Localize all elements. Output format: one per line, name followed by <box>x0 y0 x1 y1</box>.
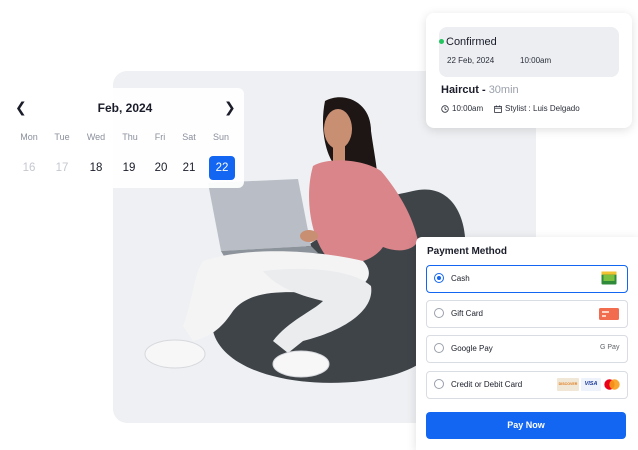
payment-option-google-pay[interactable]: Google Pay G Pay <box>426 335 628 363</box>
payment-option-label: Cash <box>451 274 470 283</box>
payment-option-gift-card[interactable]: Gift Card <box>426 300 628 328</box>
service-title: Haircut - 30min <box>441 84 519 96</box>
day-name: Thu <box>122 132 138 142</box>
payment-title: Payment Method <box>427 246 508 257</box>
pay-now-button[interactable]: Pay Now <box>426 412 626 439</box>
appointment-time: 10:00am <box>520 56 552 65</box>
radio-icon[interactable] <box>434 308 444 318</box>
day-name: Tue <box>54 132 70 142</box>
next-month-chevron-icon[interactable]: ❯ <box>224 100 236 114</box>
google-pay-icon: G Pay <box>600 344 620 351</box>
start-time-label: 10:00am <box>452 104 484 113</box>
calendar-date[interactable]: 17 <box>49 156 75 180</box>
radio-selected-icon[interactable] <box>434 273 444 283</box>
gift-card-icon <box>599 308 619 320</box>
payment-option-label: Credit or Debit Card <box>451 380 523 389</box>
day-name: Fri <box>154 132 166 142</box>
date-picker: ❮ Feb, 2024 ❯ Mon Tue Wed Thu Fri Sat Su… <box>0 88 244 188</box>
start-time: 10:00am <box>441 104 483 113</box>
mastercard-icon <box>604 379 620 390</box>
day-name: Wed <box>86 132 106 142</box>
service-name: Haircut - <box>441 84 486 96</box>
day-name: Sat <box>182 132 196 142</box>
payment-option-cash[interactable]: Cash <box>426 265 628 293</box>
service-duration: 30min <box>488 84 519 96</box>
clock-icon <box>441 104 449 113</box>
stylist-label: Stylist : Luis Delgado <box>505 104 580 113</box>
calendar-date[interactable]: 19 <box>116 156 142 180</box>
radio-icon[interactable] <box>434 379 444 389</box>
calendar-date[interactable]: 21 <box>176 156 202 180</box>
cash-icon <box>601 271 617 285</box>
calendar-month-title: Feb, 2024 <box>97 101 153 115</box>
status-dot-icon <box>439 39 444 44</box>
payment-option-label: Google Pay <box>451 344 493 353</box>
payment-method-panel: Payment Method Cash Gift Card Google Pay… <box>416 237 638 450</box>
stylist-info: Stylist : Luis Delgado <box>494 104 580 113</box>
calendar-icon <box>494 104 502 113</box>
discover-card-icon: DISCOVER <box>557 378 579 391</box>
day-name: Sun <box>212 132 229 142</box>
appointment-date: 22 Feb, 2024 <box>447 56 495 65</box>
calendar-date[interactable]: 16 <box>16 156 42 180</box>
calendar-date-selected[interactable]: 22 <box>209 156 235 180</box>
day-name: Mon <box>20 132 38 142</box>
status-label: Confirmed <box>446 36 497 48</box>
radio-icon[interactable] <box>434 343 444 353</box>
calendar-date[interactable]: 20 <box>148 156 174 180</box>
payment-option-card[interactable]: Credit or Debit Card DISCOVER VISA <box>426 371 628 399</box>
confirmation-banner <box>439 27 619 77</box>
visa-card-icon: VISA <box>581 378 601 391</box>
payment-option-label: Gift Card <box>451 309 484 318</box>
appointment-card: Confirmed 22 Feb, 2024 10:00am Haircut -… <box>426 13 632 128</box>
calendar-date[interactable]: 18 <box>83 156 109 180</box>
